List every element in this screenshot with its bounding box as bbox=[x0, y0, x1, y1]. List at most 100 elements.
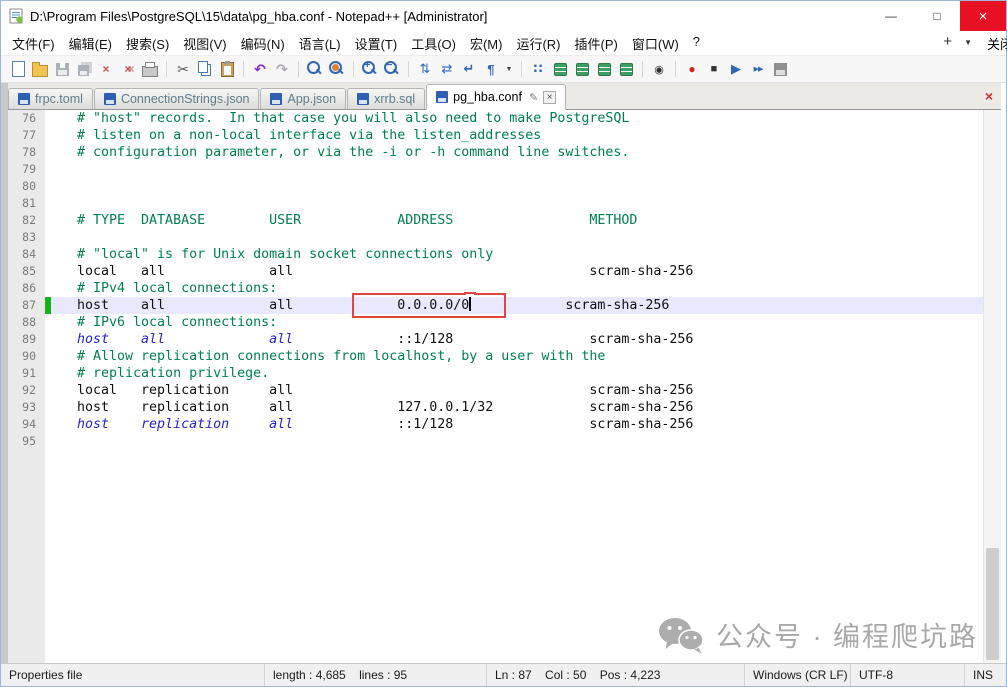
print-icon[interactable] bbox=[141, 60, 159, 78]
word-wrap-icon[interactable]: ↵ bbox=[460, 60, 478, 78]
tab-ConnectionStrings.json[interactable]: ConnectionStrings.json bbox=[93, 88, 260, 109]
editor-line-89[interactable]: 89 host all all ::1/128 scram-sha-256 bbox=[8, 331, 1001, 348]
document-list-icon[interactable] bbox=[595, 60, 613, 78]
play-macro-icon[interactable]: ▶ bbox=[727, 60, 745, 78]
menu-item-0[interactable]: 文件(F) bbox=[5, 31, 62, 56]
save-all-icon[interactable] bbox=[75, 60, 93, 78]
menu-item-1[interactable]: 编辑(E) bbox=[62, 31, 119, 56]
toolbar-separator bbox=[243, 61, 244, 77]
zoom-in-icon[interactable] bbox=[361, 60, 379, 78]
show-all-characters-icon[interactable]: ¶ bbox=[482, 60, 500, 78]
editor-line-91[interactable]: 91 # replication privilege. bbox=[8, 365, 1001, 382]
close-button[interactable]: × bbox=[960, 1, 1006, 31]
monitoring-icon[interactable]: ◉ bbox=[650, 60, 668, 78]
saved-doc-icon bbox=[357, 93, 370, 105]
editor-line-88[interactable]: 88 # IPv6 local connections: bbox=[8, 314, 1001, 331]
sync-horizontal-icon[interactable]: ⇄ bbox=[438, 60, 456, 78]
show-symbol-dropdown-icon[interactable]: ▼ bbox=[504, 60, 514, 78]
line-text: # "local" is for Unix domain socket conn… bbox=[51, 246, 1001, 263]
save-icon[interactable] bbox=[53, 60, 71, 78]
redo-icon[interactable]: ↷ bbox=[273, 60, 291, 78]
sync-vertical-icon[interactable]: ⇅ bbox=[416, 60, 434, 78]
editor-line-76[interactable]: 76 # "host" records. In that case you wil… bbox=[8, 110, 1001, 127]
function-list-icon[interactable] bbox=[551, 60, 569, 78]
paste-icon[interactable] bbox=[218, 60, 236, 78]
tab-list-dropdown-icon[interactable]: ▼ bbox=[964, 38, 972, 47]
tab-bar-close-icon[interactable]: × bbox=[985, 88, 993, 104]
editor[interactable]: 76 # "host" records. In that case you wil… bbox=[8, 110, 1001, 669]
window-title: D:\Program Files\PostgreSQL\15\data\pg_h… bbox=[30, 8, 488, 24]
open-file-icon[interactable] bbox=[31, 60, 49, 78]
tab-App.json[interactable]: App.json bbox=[260, 88, 347, 109]
scrollbar-thumb[interactable] bbox=[986, 548, 999, 660]
document-map-icon-shape bbox=[575, 62, 589, 76]
indent-guide-icon[interactable]: ∷ bbox=[529, 60, 547, 78]
close-tab-icon[interactable]: × bbox=[543, 90, 557, 104]
menu-item-6[interactable]: 设置(T) bbox=[348, 31, 405, 56]
editor-line-79[interactable]: 79 bbox=[8, 161, 1001, 178]
minimize-button[interactable]: — bbox=[868, 1, 914, 31]
save-macro-icon[interactable] bbox=[771, 60, 789, 78]
tab-label: ConnectionStrings.json bbox=[120, 92, 250, 106]
folder-workspace-icon[interactable] bbox=[617, 60, 635, 78]
line-number: 93 bbox=[8, 399, 45, 416]
maximize-button[interactable]: □ bbox=[914, 1, 960, 31]
editor-line-84[interactable]: 84 # "local" is for Unix domain socket co… bbox=[8, 246, 1001, 263]
editor-line-93[interactable]: 93 host replication all 127.0.0.1/32 scra… bbox=[8, 399, 1001, 416]
undo-icon[interactable]: ↶ bbox=[251, 60, 269, 78]
menu-item-3[interactable]: 视图(V) bbox=[176, 31, 233, 56]
new-tab-button[interactable]: + bbox=[943, 33, 952, 50]
editor-line-85[interactable]: 85 local all all scram-sha-256 bbox=[8, 263, 1001, 280]
menu-item-2[interactable]: 搜索(S) bbox=[119, 31, 176, 56]
new-file-icon[interactable] bbox=[9, 60, 27, 78]
tab-xrrb.sql[interactable]: xrrb.sql bbox=[347, 88, 426, 109]
line-text: # IPv6 local connections: bbox=[51, 314, 1001, 331]
editor-line-94[interactable]: 94 host replication all ::1/128 scram-sha… bbox=[8, 416, 1001, 433]
editor-line-90[interactable]: 90 # Allow replication connections from l… bbox=[8, 348, 1001, 365]
vertical-scrollbar[interactable] bbox=[983, 110, 1001, 669]
notepadpp-app-icon bbox=[9, 8, 24, 24]
line-number: 82 bbox=[8, 212, 45, 229]
open-file-icon-shape bbox=[32, 61, 48, 77]
editor-line-78[interactable]: 78 # configuration parameter, or via the … bbox=[8, 144, 1001, 161]
editor-line-83[interactable]: 83 bbox=[8, 229, 1001, 246]
tab-frpc.toml[interactable]: frpc.toml bbox=[8, 88, 93, 109]
menu-item-11[interactable]: 窗口(W) bbox=[625, 31, 686, 56]
menu-item-4[interactable]: 编码(N) bbox=[234, 31, 292, 56]
line-number: 95 bbox=[8, 433, 45, 450]
line-number: 89 bbox=[8, 331, 45, 348]
record-macro-icon[interactable]: ● bbox=[683, 60, 701, 78]
replace-icon[interactable] bbox=[328, 60, 346, 78]
line-text bbox=[51, 161, 1001, 178]
line-number: 81 bbox=[8, 195, 45, 212]
pin-tab-icon[interactable]: ✎ bbox=[529, 91, 538, 104]
zoom-out-icon[interactable] bbox=[383, 60, 401, 78]
menu-item-10[interactable]: 插件(P) bbox=[568, 31, 625, 56]
cut-icon[interactable]: ✂ bbox=[174, 60, 192, 78]
editor-line-92[interactable]: 92 local replication all scram-sha-256 bbox=[8, 382, 1001, 399]
close-file-icon[interactable]: × bbox=[97, 60, 115, 78]
find-icon[interactable] bbox=[306, 60, 324, 78]
menu-item-5[interactable]: 语言(L) bbox=[292, 31, 348, 56]
editor-line-95[interactable]: 95 bbox=[8, 433, 1001, 450]
run-macro-multi-icon[interactable]: ▶▶ bbox=[749, 60, 767, 78]
close-all-icon[interactable]: × bbox=[119, 60, 137, 78]
menu-item-8[interactable]: 宏(M) bbox=[463, 31, 510, 56]
menu-item-7[interactable]: 工具(O) bbox=[404, 31, 463, 56]
code-segment: # IPv4 local connections: bbox=[77, 281, 278, 296]
copy-icon[interactable] bbox=[196, 60, 214, 78]
editor-line-82[interactable]: 82 # TYPE DATABASE USER ADDRESS METHOD bbox=[8, 212, 1001, 229]
editor-line-86[interactable]: 86 # IPv4 local connections: bbox=[8, 280, 1001, 297]
toolbar-separator bbox=[353, 61, 354, 77]
status-length-lines: length : 4,685 lines : 95 bbox=[264, 664, 486, 686]
editor-line-77[interactable]: 77 # listen on a non-local interface via … bbox=[8, 127, 1001, 144]
tab-pg_hba.conf[interactable]: pg_hba.conf ✎ × bbox=[426, 84, 567, 110]
document-map-icon[interactable] bbox=[573, 60, 591, 78]
editor-line-87[interactable]: 87 host all all 0.0.0.0/0 scram-sha-256 bbox=[8, 293, 1001, 318]
stop-macro-icon[interactable]: ■ bbox=[705, 60, 723, 78]
menu-item-12[interactable]: ? bbox=[686, 31, 707, 56]
menu-item-9[interactable]: 运行(R) bbox=[509, 31, 567, 56]
editor-line-80[interactable]: 80 bbox=[8, 178, 1001, 195]
code-segment: # replication privilege. bbox=[77, 366, 270, 381]
editor-line-81[interactable]: 81 bbox=[8, 195, 1001, 212]
